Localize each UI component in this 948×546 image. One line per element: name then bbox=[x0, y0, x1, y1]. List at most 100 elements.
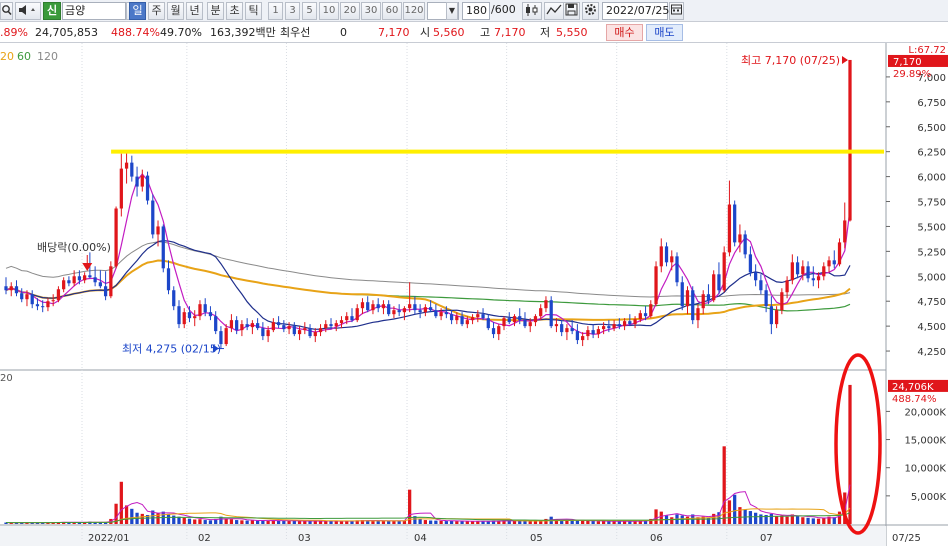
candle-body bbox=[77, 276, 82, 281]
interval-5-button[interactable]: 5 bbox=[302, 2, 317, 20]
candle-body bbox=[103, 286, 108, 297]
candle-body bbox=[633, 319, 637, 325]
candle-body bbox=[35, 304, 40, 307]
candle-body bbox=[497, 326, 501, 335]
period-month-button[interactable]: 월 bbox=[167, 2, 184, 20]
quote-bar: .89% 24,705,853 488.74% 49.70% 163,392백만… bbox=[0, 22, 948, 43]
candle-body bbox=[250, 323, 255, 328]
candle bbox=[397, 304, 401, 317]
candle-body bbox=[696, 308, 700, 321]
candle bbox=[712, 270, 716, 303]
candle-body bbox=[376, 304, 380, 309]
chevron-down-icon[interactable]: ▼ bbox=[446, 2, 458, 20]
volume-bar bbox=[434, 520, 438, 524]
candle-type-icon[interactable] bbox=[522, 2, 542, 20]
display-count-input[interactable]: 180 bbox=[462, 2, 490, 20]
volume-bar bbox=[423, 520, 428, 524]
candle bbox=[748, 246, 753, 277]
candle bbox=[754, 264, 758, 287]
candle-body bbox=[476, 314, 480, 318]
candle bbox=[612, 320, 616, 332]
speaker-icon[interactable] bbox=[15, 2, 41, 20]
candle-body bbox=[544, 300, 548, 309]
price-tick-label: 6,000 bbox=[917, 173, 946, 184]
candle-body bbox=[177, 306, 181, 325]
gear-icon[interactable] bbox=[582, 2, 599, 20]
candle bbox=[769, 296, 773, 335]
candle-body bbox=[339, 320, 344, 324]
candle-body bbox=[287, 326, 291, 330]
candle-body bbox=[601, 326, 606, 330]
interval-3-button[interactable]: 3 bbox=[285, 2, 300, 20]
candle-body bbox=[754, 272, 758, 281]
candle-body bbox=[560, 324, 564, 333]
period-day-button[interactable]: 일 bbox=[129, 2, 146, 20]
volume-bar bbox=[418, 518, 422, 524]
candle bbox=[360, 298, 365, 315]
search-icon[interactable] bbox=[0, 2, 13, 20]
draw-tool-icon[interactable] bbox=[544, 2, 564, 20]
period-second-button[interactable]: 초 bbox=[226, 2, 243, 20]
candle-body bbox=[654, 266, 658, 305]
candle bbox=[208, 306, 213, 321]
interval-1-button[interactable]: 1 bbox=[268, 2, 283, 20]
candle-body bbox=[565, 328, 569, 333]
save-icon[interactable] bbox=[563, 2, 580, 20]
candle-body bbox=[308, 328, 312, 337]
candle bbox=[130, 155, 134, 182]
period-year-button[interactable]: 년 bbox=[186, 2, 203, 20]
x-tick-label: 07 bbox=[760, 533, 773, 544]
candle-body bbox=[114, 208, 118, 267]
volume-bar bbox=[811, 518, 815, 524]
candle bbox=[837, 238, 842, 267]
interval-60-button[interactable]: 60 bbox=[382, 2, 402, 20]
period-minute-button[interactable]: 분 bbox=[207, 2, 224, 20]
stock-chart[interactable]: 20 60 120 4,250 4,500 4,750 5,000 5,250 5,500… bbox=[0, 43, 948, 546]
candle bbox=[759, 274, 763, 295]
price-tick-label: 5,500 bbox=[917, 222, 946, 233]
candle-body bbox=[428, 307, 433, 311]
candle-body bbox=[816, 276, 821, 281]
stock-name-input[interactable]: 금양 bbox=[62, 2, 126, 20]
candle bbox=[83, 272, 87, 284]
candle bbox=[738, 224, 742, 253]
candle-body bbox=[465, 320, 469, 325]
dividend-arrow-head bbox=[82, 263, 93, 271]
period-week-button[interactable]: 주 bbox=[148, 2, 165, 20]
volume-bar bbox=[250, 520, 255, 524]
candle-body bbox=[795, 262, 800, 275]
period-tick-button[interactable]: 틱 bbox=[245, 2, 262, 20]
candle-body bbox=[449, 314, 454, 321]
volume-bar bbox=[612, 521, 616, 524]
interval-30-button[interactable]: 30 bbox=[361, 2, 381, 20]
interval-20-button[interactable]: 20 bbox=[340, 2, 360, 20]
date-input[interactable]: 2022/07/25 bbox=[602, 2, 669, 20]
candle-body bbox=[827, 260, 831, 267]
volume-bar bbox=[774, 516, 779, 524]
candle-body bbox=[706, 294, 711, 301]
candle bbox=[402, 306, 407, 321]
candle bbox=[376, 298, 380, 313]
volume-bar bbox=[733, 494, 737, 524]
trade-amount: 163,392백만 bbox=[210, 26, 276, 39]
candle-body bbox=[801, 266, 805, 275]
sell-button[interactable]: 매도 bbox=[646, 24, 683, 41]
candle-body bbox=[685, 290, 690, 307]
buy-button[interactable]: 매수 bbox=[606, 24, 643, 41]
candle-body bbox=[214, 316, 218, 332]
volume-bar bbox=[759, 514, 763, 524]
candle bbox=[565, 324, 569, 341]
interval-120-button[interactable]: 120 bbox=[403, 2, 425, 20]
calendar-icon[interactable] bbox=[669, 2, 684, 20]
candle-body bbox=[271, 322, 275, 331]
candle-body bbox=[245, 324, 249, 328]
candle bbox=[675, 252, 679, 287]
volume-tick-label: 15,000K bbox=[904, 436, 946, 447]
candle bbox=[743, 230, 747, 259]
candle bbox=[135, 166, 139, 197]
interval-10-button[interactable]: 10 bbox=[319, 2, 339, 20]
candle bbox=[140, 169, 144, 192]
current-volume-label: 24,706K bbox=[892, 382, 934, 393]
candle-body bbox=[387, 304, 391, 315]
volume-bar bbox=[806, 517, 810, 524]
